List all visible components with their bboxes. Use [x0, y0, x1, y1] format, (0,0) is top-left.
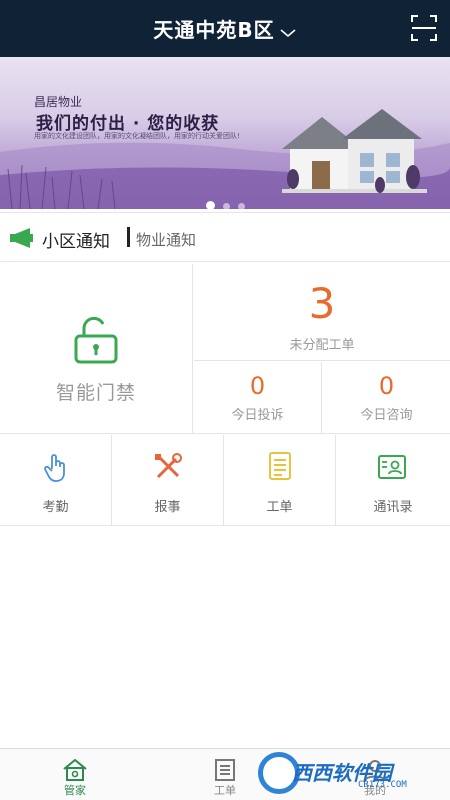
quick-actions: 考勤 报事 工单 通讯录	[0, 435, 450, 526]
scan-icon[interactable]	[410, 14, 438, 42]
contact-card-icon	[376, 451, 408, 483]
today-inquiries-stat[interactable]: 0 今日咨询	[323, 362, 450, 434]
tab-divider	[127, 227, 130, 247]
attendance-label: 考勤	[42, 500, 69, 515]
carousel-dot[interactable]	[222, 203, 230, 209]
unlock-icon	[72, 316, 120, 368]
top-header: 天通中苑B区	[0, 0, 450, 57]
home-icon	[62, 758, 88, 782]
tools-icon	[152, 451, 184, 483]
unassigned-label: 未分配工单	[289, 338, 355, 353]
chevron-down-icon	[279, 20, 297, 44]
work-orders-label: 工单	[266, 500, 293, 515]
report-issue-label: 报事	[154, 500, 181, 515]
smart-gate-label: 智能门禁	[55, 382, 136, 404]
tab-butler[interactable]: 管家	[0, 749, 150, 800]
megaphone-icon	[10, 228, 34, 252]
document-icon	[264, 451, 296, 483]
notice-bar: 小区通知 物业通知	[0, 212, 450, 262]
unassigned-count: 3	[308, 279, 336, 328]
dashboard-grid: 智能门禁 3 未分配工单 0 今日投诉 0 今日咨询	[0, 264, 450, 434]
contacts-label: 通讯录	[373, 500, 413, 515]
inquiries-count: 0	[378, 372, 395, 400]
contacts-button[interactable]: 通讯录	[336, 435, 450, 526]
attendance-button[interactable]: 考勤	[0, 435, 112, 526]
inquiries-label: 今日咨询	[360, 408, 413, 423]
today-complaints-stat[interactable]: 0 今日投诉	[194, 362, 322, 434]
carousel-dots	[0, 195, 450, 209]
report-issue-button[interactable]: 报事	[112, 435, 224, 526]
complaints-count: 0	[249, 372, 266, 400]
banner-brand: 昌居物业	[34, 95, 83, 109]
tab-property-notice[interactable]: 物业通知	[136, 229, 196, 250]
carousel-dot[interactable]	[205, 201, 215, 209]
smart-gate-button[interactable]: 智能门禁	[0, 264, 193, 434]
banner-subtitle: 用家的文化建设团队，用家的文化凝结团队，用家的行动关爱团队!	[34, 132, 240, 140]
carousel-dot[interactable]	[237, 203, 245, 209]
complaints-label: 今日投诉	[231, 408, 284, 423]
unassigned-orders-stat[interactable]: 3 未分配工单	[194, 264, 450, 361]
tab-butler-label: 管家	[64, 784, 86, 797]
tab-community-notice[interactable]: 小区通知	[42, 227, 110, 252]
watermark-url: CR173.COM	[358, 780, 407, 790]
community-selector[interactable]: 天通中苑B区	[0, 14, 450, 44]
list-icon	[212, 758, 238, 782]
tap-hand-icon	[40, 451, 72, 483]
community-name: 天通中苑B区	[153, 18, 275, 42]
work-orders-button[interactable]: 工单	[224, 435, 336, 526]
site-watermark: 西西软件园 CR173.COM	[258, 752, 434, 796]
promo-banner[interactable]: 昌居物业 我们的付出 · 您的收获 用家的文化建设团队，用家的文化凝结团队，用家…	[0, 57, 450, 209]
